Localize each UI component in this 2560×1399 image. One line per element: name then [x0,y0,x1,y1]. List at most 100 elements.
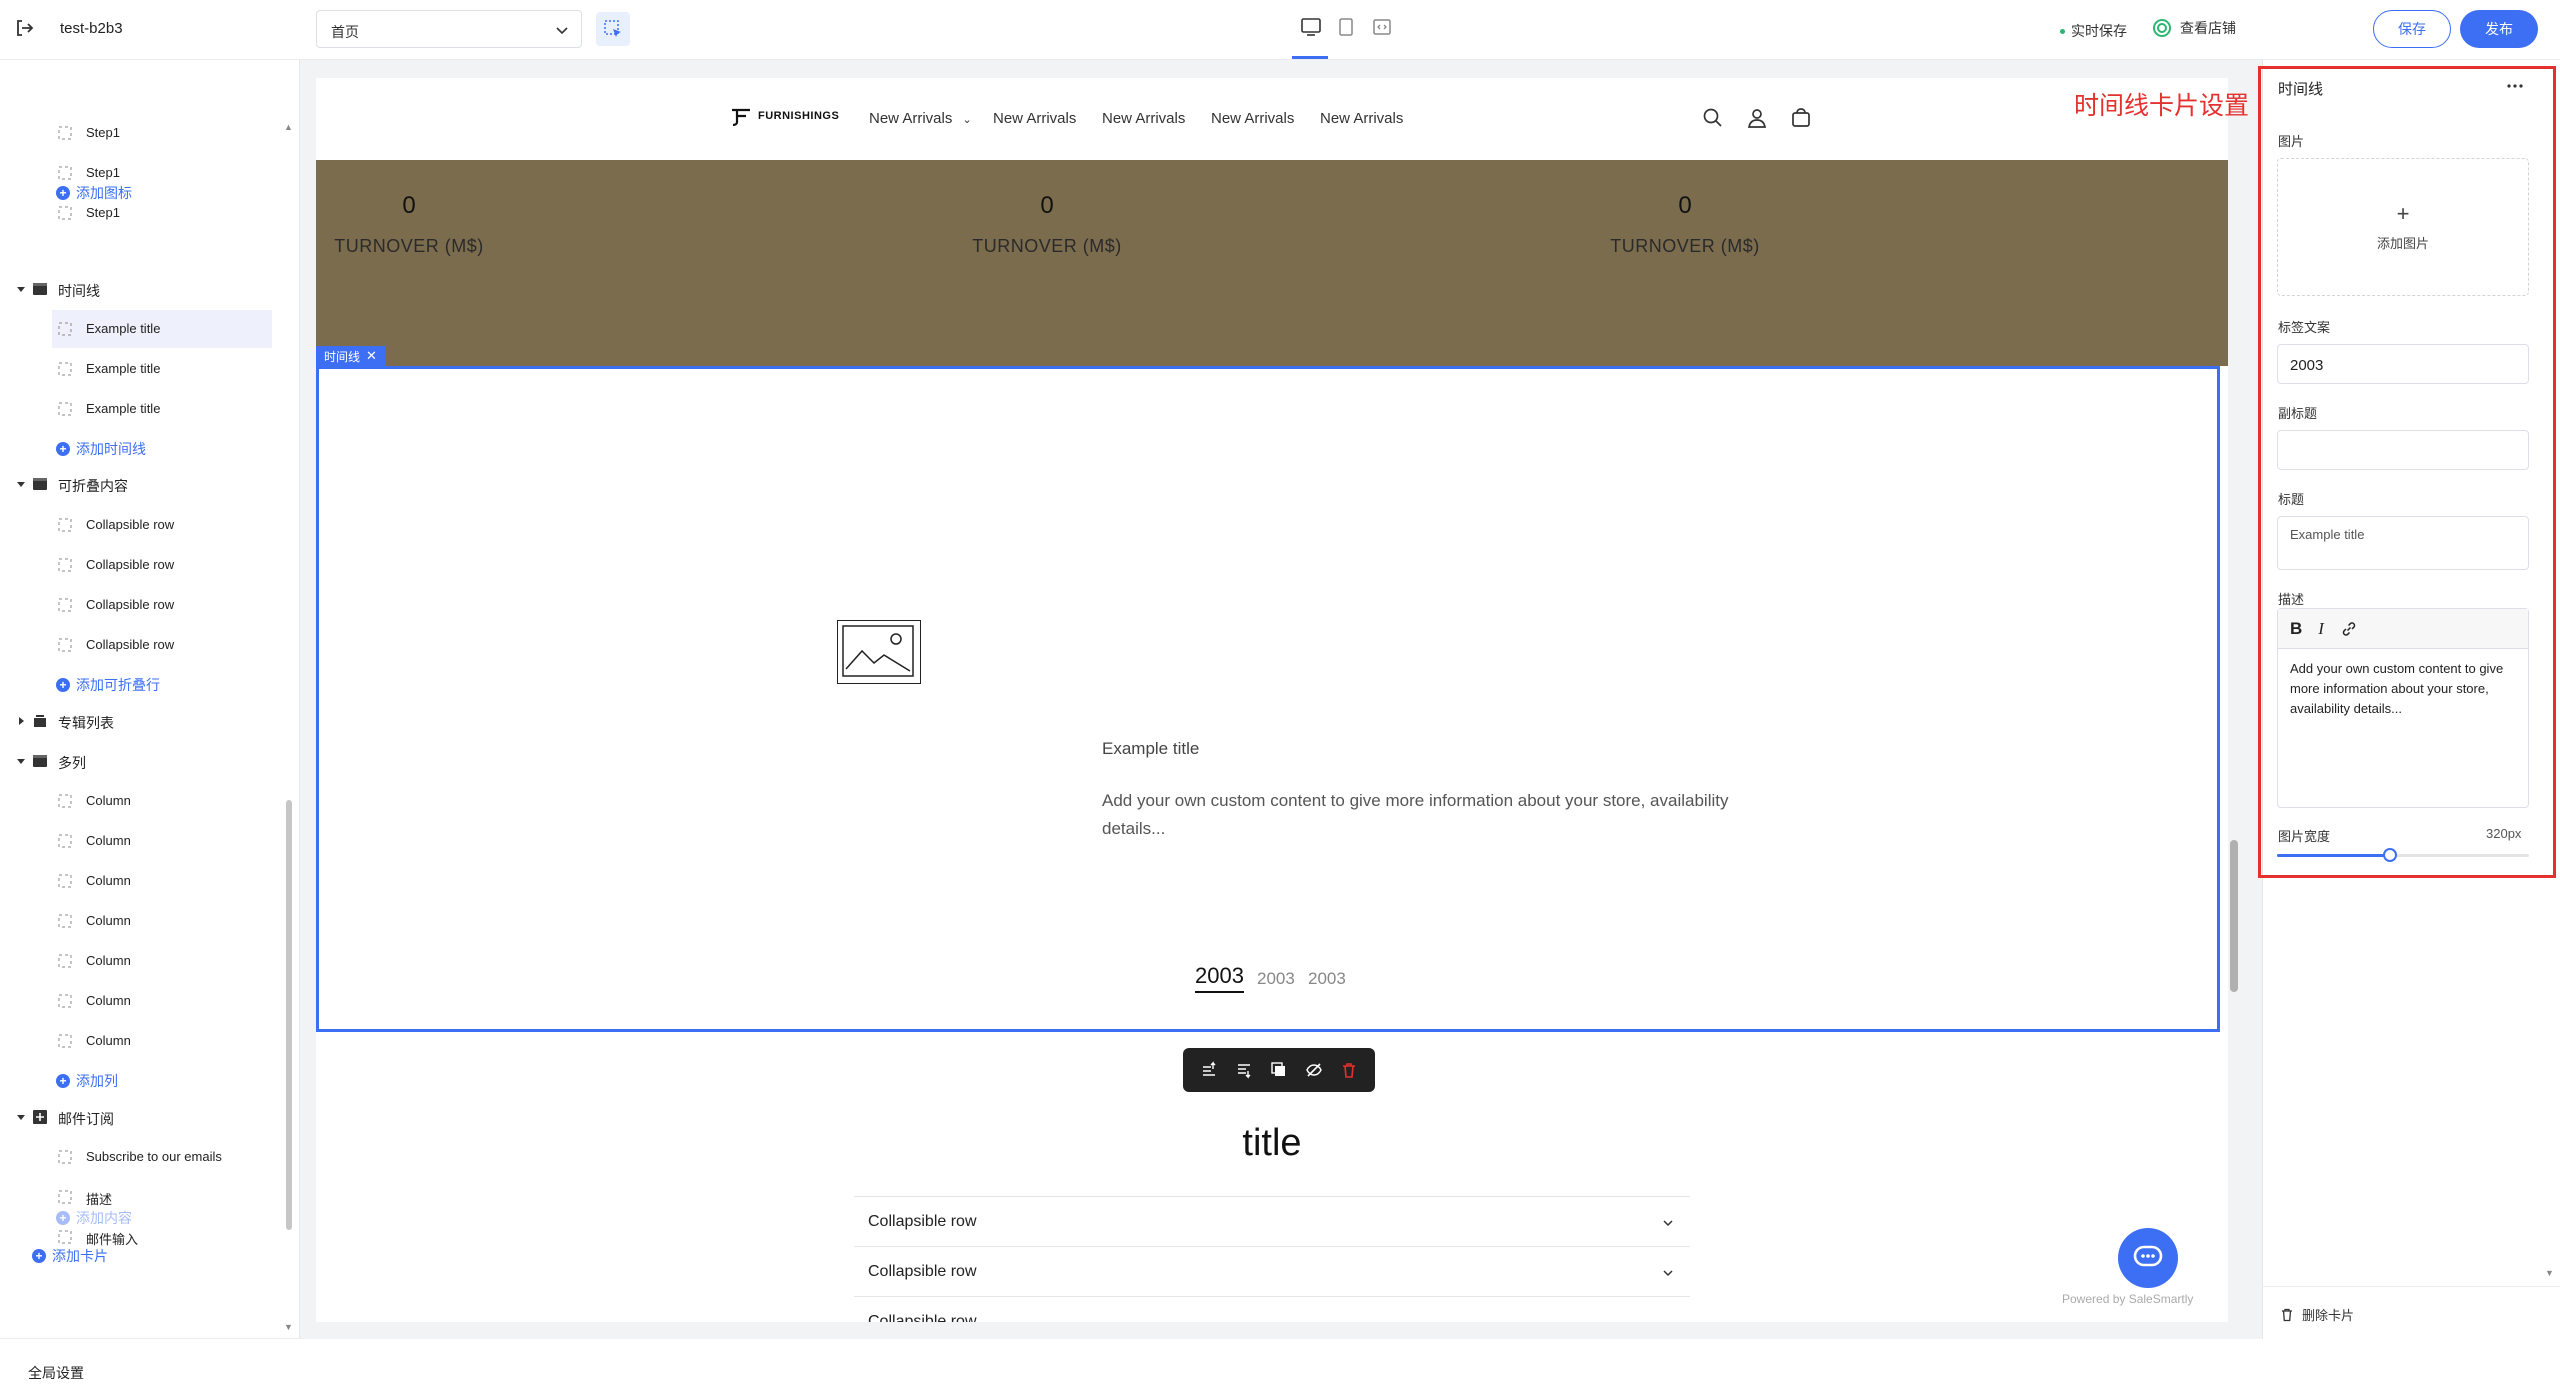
close-icon[interactable]: ✕ [366,348,377,364]
tablet-view-button[interactable] [1331,12,1361,42]
add-collapsible-link[interactable]: + 添加可折叠行 [56,675,160,695]
scroll-up-arrow-icon[interactable]: ▲ [284,122,293,132]
link-icon[interactable] [2340,620,2358,638]
tree-item-column[interactable]: Column [0,862,290,900]
tree-group-newsletter[interactable]: 邮件订阅 [0,1098,290,1136]
tag-text-value: 2003 [2290,357,2324,374]
desktop-view-button[interactable] [1296,12,1326,42]
more-options-icon[interactable] [2500,76,2530,96]
nav-link[interactable]: New Arrivals [1320,110,1403,127]
nav-link[interactable]: New Arrivals [993,110,1076,127]
tree-item-timeline[interactable]: Example title [0,390,290,428]
timeline-year[interactable]: 2003 [1308,969,1346,989]
timeline-year-active[interactable]: 2003 [1195,963,1244,993]
chat-widget-button[interactable] [2118,1228,2178,1288]
timeline-section[interactable]: Example title Add your own custom conten… [316,366,2220,1032]
exit-icon[interactable] [12,16,36,40]
timeline-year[interactable]: 2003 [1257,969,1295,989]
subtitle-field-label: 副标题 [2278,406,2318,421]
collapsible-row[interactable]: Collapsible row [854,1246,1690,1296]
store-logo[interactable]: FURNISHINGS [728,106,839,126]
tree-item-newsletter[interactable]: Subscribe to our emails [0,1138,290,1176]
sidebar-scrollbar[interactable] [286,800,292,1230]
cart-icon[interactable] [1788,105,1814,131]
add-card-link[interactable]: + 添加卡片 [32,1246,108,1266]
title-textarea[interactable]: Example title [2277,516,2529,570]
timeline-card-title[interactable]: Example title [1102,739,1199,759]
hide-icon[interactable] [1305,1061,1323,1079]
tree-item-timeline[interactable]: Example title [0,350,290,388]
image-width-value: 320px [2486,826,2522,841]
tree-group-multicolumn[interactable]: 多列 [0,742,290,780]
tree-item-label: Step1 [86,125,120,140]
duplicate-icon[interactable] [1270,1061,1288,1079]
move-up-icon[interactable] [1200,1061,1218,1079]
slider-fill [2277,854,2391,857]
tree-item-step[interactable]: Step1 [0,154,290,192]
caret-down-icon [17,482,25,487]
tree-group-album-list[interactable]: 专辑列表 [0,702,290,740]
nav-link[interactable]: New Arrivals [1102,110,1185,127]
description-editor[interactable]: B I Add your own custom content to give … [2277,608,2529,808]
select-element-tool-button[interactable] [596,12,630,46]
plus-circle-icon: + [56,1211,70,1225]
tree-item-column[interactable]: Column [0,942,290,980]
collapsible-section-title[interactable]: title [316,1122,2228,1165]
image-width-slider[interactable] [2277,848,2529,862]
selected-section-tag[interactable]: 时间线 ✕ [316,346,385,366]
tree-item-timeline-selected[interactable]: Example title [52,310,272,348]
tree-item-column[interactable]: Column [0,982,290,1020]
add-column-link[interactable]: + 添加列 [56,1071,118,1091]
tree-item-newsletter[interactable]: 描述 [0,1178,290,1216]
account-icon[interactable] [1744,105,1770,131]
scroll-down-arrow-icon[interactable]: ▼ [2545,1268,2554,1278]
timeline-card-description[interactable]: Add your own custom content to give more… [1102,787,1762,843]
tree-item-column[interactable]: Column [0,782,290,820]
nav-link[interactable]: New Arrivals ⌄ [869,110,972,127]
block-icon [58,206,72,220]
add-icon-link[interactable]: + 添加图标 [56,183,132,203]
add-timeline-link[interactable]: + 添加时间线 [56,439,146,459]
tree-item-step[interactable]: Step1 [0,114,290,152]
tree-group-collapsible[interactable]: 可折叠内容 [0,465,290,503]
tree-item-step[interactable]: Step1 [0,194,290,232]
tree-item-column[interactable]: Column [0,1022,290,1060]
add-content-label: 添加内容 [76,1210,132,1226]
image-placeholder[interactable] [837,620,921,684]
move-down-icon[interactable] [1235,1061,1253,1079]
global-settings[interactable]: 全局设置 [0,1338,300,1399]
add-content-link[interactable]: + 添加内容 [56,1208,132,1228]
block-icon [58,1150,72,1164]
tree-item-column[interactable]: Column [0,902,290,940]
tree-item-collapsible[interactable]: Collapsible row [0,546,290,584]
block-icon [58,914,72,928]
save-button[interactable]: 保存 [2373,10,2451,48]
tree-item-collapsible[interactable]: Collapsible row [0,586,290,624]
view-store-link[interactable]: 查看店铺 [2152,18,2236,38]
subtitle-input[interactable] [2277,430,2529,470]
delete-card-button[interactable]: 删除卡片 [2280,1305,2354,1324]
delete-icon[interactable] [1340,1061,1358,1079]
tree-item-label: Column [86,873,131,888]
tree-item-collapsible[interactable]: Collapsible row [0,626,290,664]
bold-icon[interactable]: B [2290,619,2302,639]
image-upload-area[interactable]: + 添加图片 [2277,158,2529,296]
code-view-button[interactable] [1367,12,1397,42]
collapsible-row-label: Collapsible row [868,1213,977,1230]
scroll-down-arrow-icon[interactable]: ▼ [284,1322,293,1332]
italic-icon[interactable]: I [2318,619,2324,639]
page-select[interactable]: 首页 [316,10,582,48]
stat-number: 0 [1040,192,1054,219]
tree-item-column[interactable]: Column [0,822,290,860]
publish-button[interactable]: 发布 [2460,10,2538,48]
collapsible-row[interactable]: Collapsible row [854,1296,1690,1322]
description-text[interactable]: Add your own custom content to give more… [2290,659,2518,719]
canvas-scrollbar[interactable] [2230,840,2238,992]
collapsible-row[interactable]: Collapsible row [854,1196,1690,1246]
tree-item-collapsible[interactable]: Collapsible row [0,506,290,544]
tag-text-input[interactable]: 2003 [2277,344,2529,384]
search-icon[interactable] [1700,105,1726,131]
tree-group-timeline[interactable]: 时间线 [0,270,290,308]
stat-item: 0 TURNOVER (M$) [1610,192,1760,257]
nav-link[interactable]: New Arrivals [1211,110,1294,127]
